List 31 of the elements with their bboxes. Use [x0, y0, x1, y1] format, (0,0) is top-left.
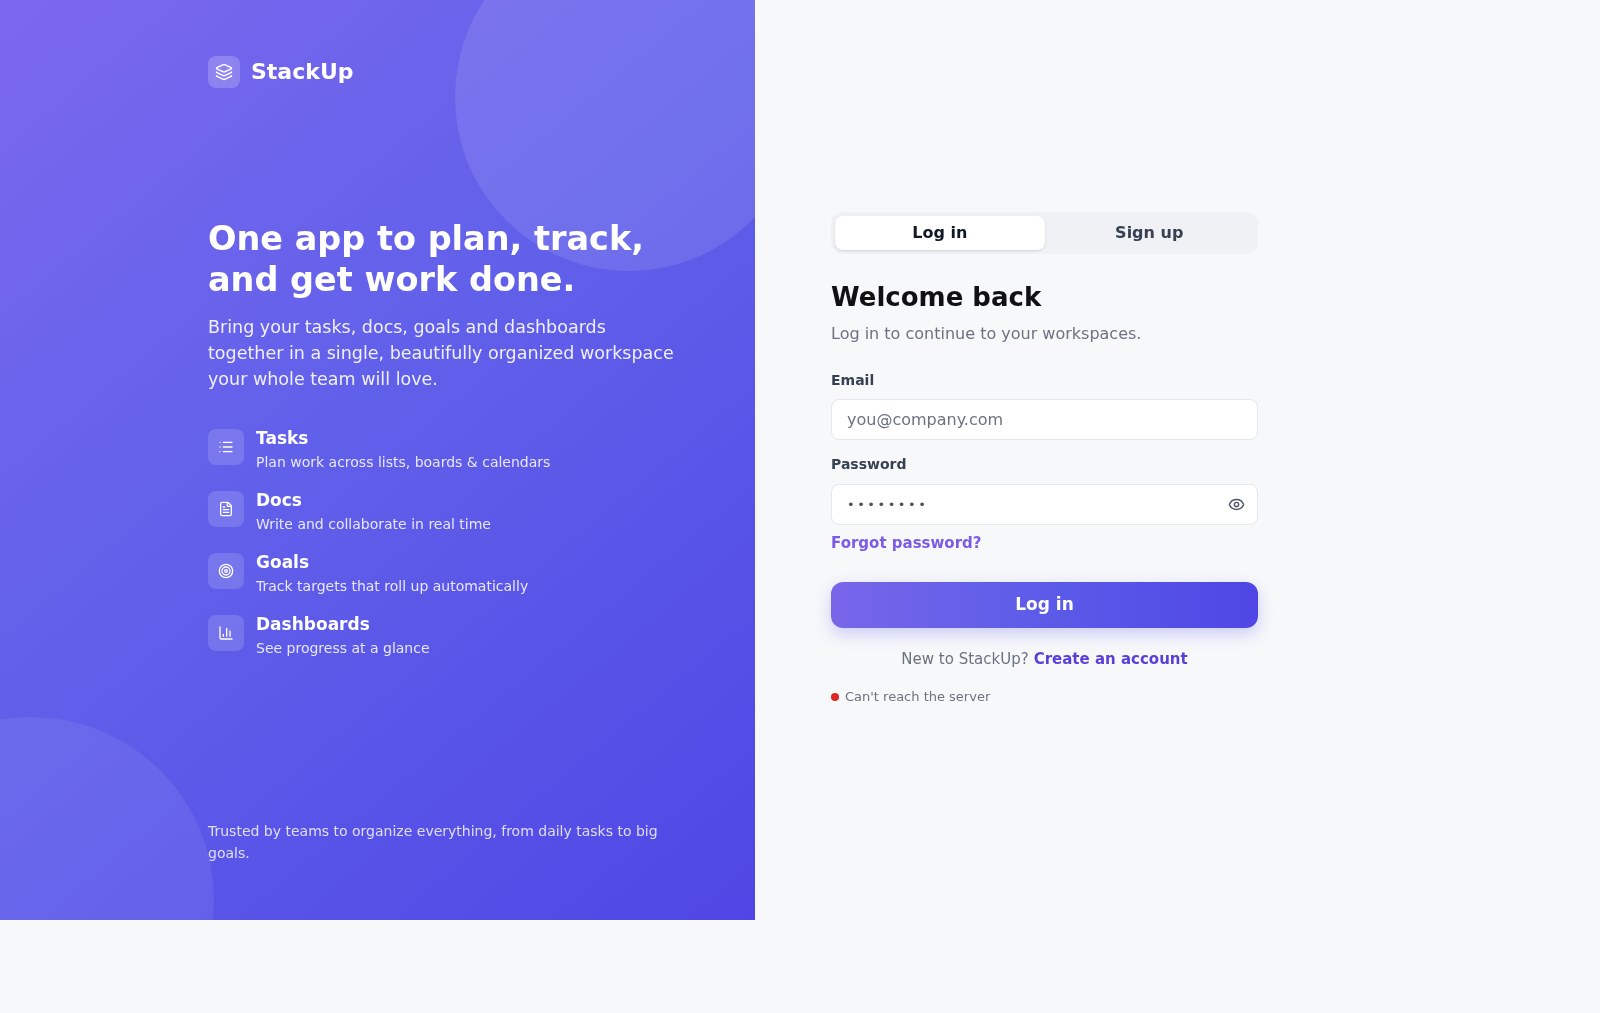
brand-name: StackUp [251, 58, 354, 86]
auth-tab[interactable]: Sign up [1044, 216, 1254, 250]
feature-title: Docs [256, 489, 303, 511]
form-title: Welcome back [831, 281, 1043, 313]
forgot-password-link[interactable]: Forgot password? [831, 533, 982, 553]
feature-description: Track targets that roll up automatically [256, 577, 529, 596]
footer-text: Trusted by teams to organize everything, from daily tasks to big goals. [208, 822, 659, 863]
feature-title: Tasks [256, 427, 310, 449]
field-label: Password [831, 455, 908, 474]
feature-title: Goals [256, 551, 311, 573]
form-subtitle: Log in to continue to your workspaces. [831, 323, 1143, 345]
headline: One app to plan, track, and get work done. [208, 218, 645, 300]
bar-chart-icon [208, 615, 244, 651]
list-icon [208, 429, 244, 465]
field-label: Email [831, 371, 876, 390]
signup-prompt: New to StackUp? [901, 649, 1029, 670]
create-account-link[interactable]: Create an account [1033, 648, 1188, 670]
feature-description: Plan work across lists, boards & calendars [256, 453, 551, 472]
eye-icon[interactable] [1228, 496, 1245, 513]
logo-icon [208, 56, 240, 88]
feature-title: Dashboards [256, 613, 371, 635]
hero-description: Bring your tasks, docs, goals and dashboards together in a single, beautifully organized workspace your whole team will love. [208, 316, 675, 391]
auth-tab[interactable]: Log in [835, 216, 1045, 250]
password-field[interactable]: •••••••• [831, 484, 1258, 525]
target-icon [208, 553, 244, 589]
feature-description: Write and collaborate in real time [256, 515, 491, 534]
feature-description: See progress at a glance [256, 639, 430, 658]
status-message: Can't reach the server [845, 688, 991, 706]
login-button[interactable]: Log in [831, 582, 1258, 628]
email-field[interactable]: you@company.com [831, 399, 1258, 440]
document-icon [208, 491, 244, 527]
